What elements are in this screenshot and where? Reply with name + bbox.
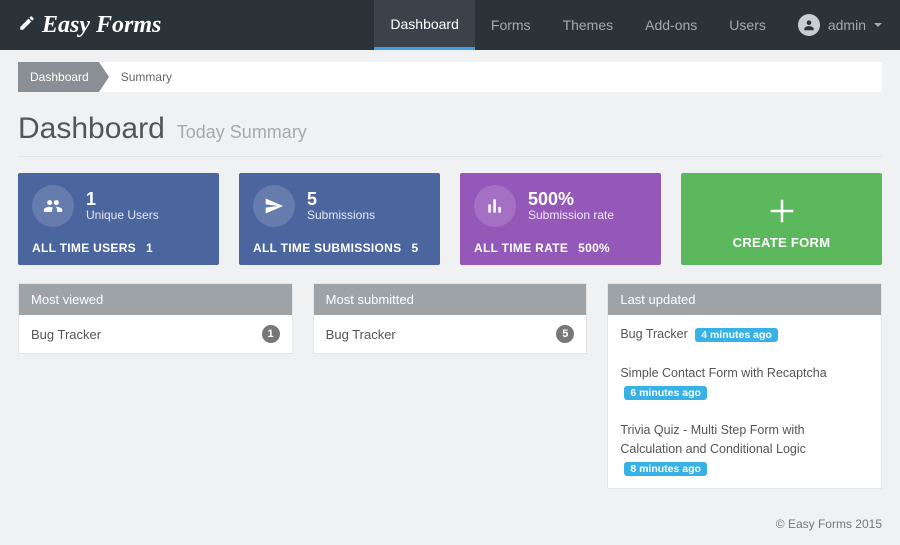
list-item[interactable]: Bug Tracker 4 minutes ago: [608, 315, 881, 354]
panel-title: Last updated: [608, 284, 881, 315]
send-icon: [253, 185, 295, 227]
chevron-down-icon: [874, 23, 882, 27]
create-form-label: CREATE FORM: [733, 235, 831, 250]
nav-themes[interactable]: Themes: [547, 0, 630, 50]
breadcrumb-current: Summary: [99, 62, 172, 92]
page-title-main: Dashboard: [18, 112, 165, 146]
card-submissions[interactable]: 5 Submissions ALL TIME SUBMISSIONS 5: [239, 173, 440, 265]
list-item[interactable]: Simple Contact Form with Recaptcha 6 min…: [608, 354, 881, 412]
plus-icon: [767, 196, 797, 231]
panel-title: Most viewed: [19, 284, 292, 315]
panel-most-submitted: Most submitted Bug Tracker 5: [313, 283, 588, 354]
card-foot-label: ALL TIME USERS: [32, 241, 136, 255]
page-title-sub: Today Summary: [177, 122, 307, 143]
panel-most-viewed: Most viewed Bug Tracker 1: [18, 283, 293, 354]
item-name: Bug Tracker: [31, 327, 101, 342]
breadcrumb-root[interactable]: Dashboard: [18, 62, 99, 92]
create-form-button[interactable]: CREATE FORM: [681, 173, 882, 265]
topnav: Easy Forms Dashboard Forms Themes Add-on…: [0, 0, 900, 50]
list-item[interactable]: Bug Tracker 5: [314, 315, 587, 353]
nav-addons[interactable]: Add-ons: [629, 0, 713, 50]
stat-cards: 1 Unique Users ALL TIME USERS 1 5 Submis…: [18, 173, 882, 265]
card-submission-rate[interactable]: 500% Submission rate ALL TIME RATE 500%: [460, 173, 661, 265]
card-label: Unique Users: [86, 208, 159, 222]
brand-text: Easy Forms: [42, 12, 161, 39]
nav-items: Dashboard Forms Themes Add-ons Users: [374, 0, 781, 50]
count-badge: 5: [556, 325, 574, 343]
card-foot-value: 5: [411, 241, 418, 255]
panels: Most viewed Bug Tracker 1 Most submitted…: [18, 283, 882, 489]
nav-dashboard[interactable]: Dashboard: [374, 0, 475, 50]
avatar-icon: [798, 14, 820, 36]
card-value: 1: [86, 190, 159, 208]
card-label: Submissions: [307, 208, 375, 222]
nav-users[interactable]: Users: [713, 0, 782, 50]
user-name: admin: [828, 17, 866, 33]
item-name: Simple Contact Form with Recaptcha: [620, 366, 826, 380]
nav-forms[interactable]: Forms: [475, 0, 547, 50]
page-title: Dashboard Today Summary: [18, 112, 882, 157]
brand[interactable]: Easy Forms: [18, 12, 161, 39]
count-badge: 1: [262, 325, 280, 343]
time-badge: 8 minutes ago: [624, 462, 707, 476]
card-foot-value: 500%: [578, 241, 610, 255]
item-name: Bug Tracker: [326, 327, 396, 342]
bar-chart-icon: [474, 185, 516, 227]
item-name: Trivia Quiz - Multi Step Form with Calcu…: [620, 423, 806, 456]
user-menu[interactable]: admin: [798, 14, 882, 36]
breadcrumb: Dashboard Summary: [18, 62, 882, 92]
users-icon: [32, 185, 74, 227]
time-badge: 6 minutes ago: [624, 386, 707, 400]
panel-title: Most submitted: [314, 284, 587, 315]
edit-icon: [18, 12, 36, 39]
card-foot-label: ALL TIME SUBMISSIONS: [253, 241, 401, 255]
card-label: Submission rate: [528, 208, 614, 222]
card-foot-label: ALL TIME RATE: [474, 241, 568, 255]
card-value: 5: [307, 190, 375, 208]
item-name: Bug Tracker: [620, 327, 687, 341]
list-item[interactable]: Trivia Quiz - Multi Step Form with Calcu…: [608, 411, 881, 487]
list-item[interactable]: Bug Tracker 1: [19, 315, 292, 353]
card-value: 500%: [528, 190, 614, 208]
panel-last-updated: Last updated Bug Tracker 4 minutes ago S…: [607, 283, 882, 489]
time-badge: 4 minutes ago: [695, 328, 778, 342]
card-foot-value: 1: [146, 241, 153, 255]
card-unique-users[interactable]: 1 Unique Users ALL TIME USERS 1: [18, 173, 219, 265]
footer: © Easy Forms 2015: [18, 517, 882, 531]
